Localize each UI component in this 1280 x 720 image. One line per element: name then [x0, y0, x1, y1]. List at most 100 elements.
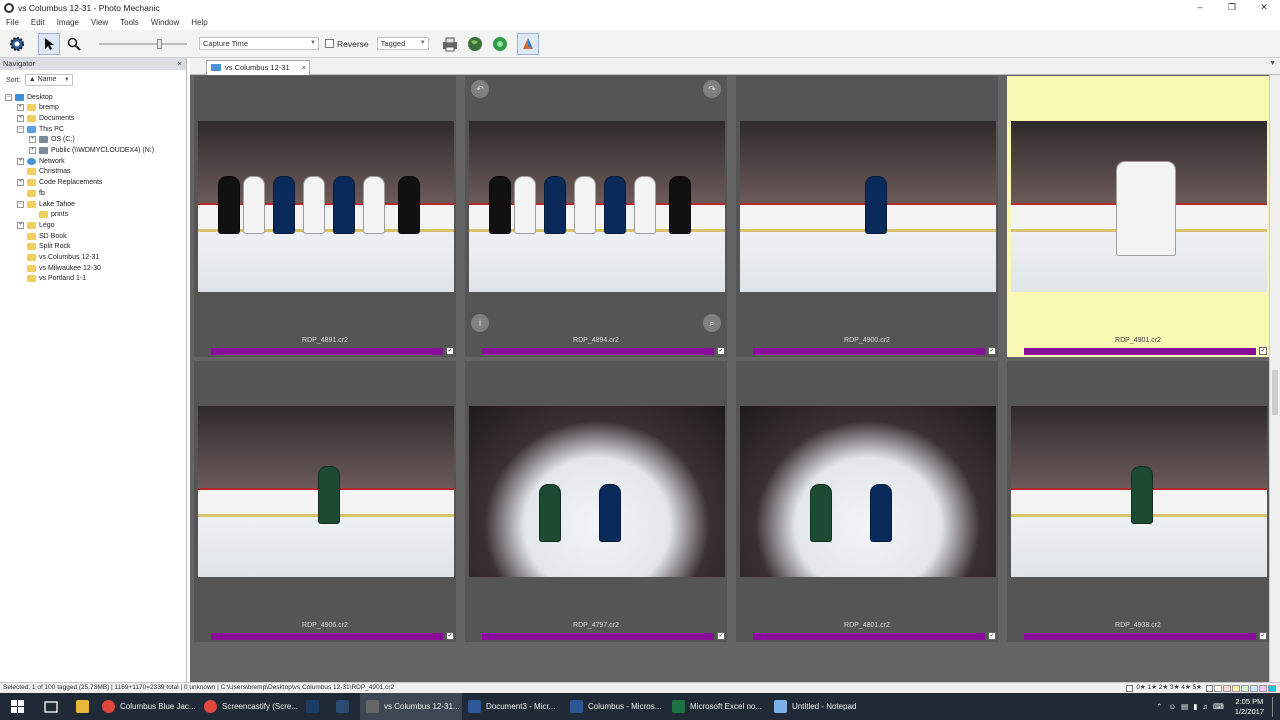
tag-checkbox[interactable]: ✓ [446, 347, 454, 355]
taskbar-app-button[interactable] [300, 693, 330, 720]
color-label-swatch[interactable] [1250, 684, 1258, 692]
tree-node[interactable]: + OS (C:) [29, 135, 75, 145]
zoom-tool-button[interactable] [63, 33, 85, 55]
tree-expander-icon[interactable]: + [17, 179, 24, 187]
thumbnail-image[interactable] [469, 406, 725, 577]
thumbnail-size-slider[interactable] [99, 38, 187, 49]
thumbnail-cell[interactable]: RDP_4797.cr2 ✓ [465, 361, 727, 642]
tag-checkbox[interactable]: ✓ [717, 347, 725, 355]
thumbnail-image[interactable] [1011, 406, 1267, 577]
tree-node[interactable]: + bremp [17, 103, 59, 113]
tag-checkbox[interactable]: ✓ [1259, 347, 1267, 355]
zoom-icon[interactable]: ⌕ [703, 314, 721, 332]
thumbnail-image[interactable] [740, 406, 996, 577]
thumbnail-cell[interactable]: RDP_4906.cr2 ✓ [194, 361, 456, 642]
tray-battery-icon[interactable]: ▮ [1193, 702, 1197, 711]
tree-node[interactable]: − Desktop [5, 92, 53, 102]
tree-node[interactable]: Christmas [17, 167, 71, 177]
thumbnail-image[interactable] [469, 121, 725, 292]
vertical-scrollbar[interactable] [1269, 75, 1280, 682]
taskbar-app-button[interactable]: Columbus - Micros... [564, 693, 666, 720]
color-label-swatch[interactable] [1259, 684, 1267, 692]
reverse-checkbox[interactable] [325, 39, 334, 48]
slider-thumb[interactable] [157, 38, 163, 49]
start-button[interactable] [0, 693, 34, 720]
ratings-filter-checkbox[interactable] [1126, 684, 1134, 692]
upload-button[interactable] [489, 33, 511, 55]
thumbnail-cell[interactable]: RDP_4900.cr2 ✓ [736, 76, 998, 357]
menu-window[interactable]: Window [151, 18, 179, 27]
taskbar-app-button[interactable]: Document3 - Micr... [462, 693, 564, 720]
thumbnail-image[interactable] [198, 406, 454, 577]
tree-node[interactable]: prints [29, 210, 68, 220]
clock[interactable]: 2:05 PM 1/2/2017 [1235, 697, 1264, 717]
thumbnail-cell[interactable]: ↶ ↷ i ⌕ RDP_4894.cr2 ✓ [465, 76, 727, 357]
tag-checkbox[interactable]: ✓ [988, 347, 996, 355]
close-window-button[interactable]: ✕ [1248, 0, 1280, 15]
restore-button[interactable]: ❐ [1216, 0, 1248, 15]
thumbnail-image[interactable] [198, 121, 454, 292]
tree-node[interactable]: + Network [17, 156, 65, 166]
tree-node[interactable]: + Code Replacements [17, 178, 102, 188]
tree-node[interactable]: − Lake Tahoe [17, 199, 75, 209]
sort-field-select[interactable]: Capture Time ▼ [199, 37, 319, 50]
tray-people-icon[interactable]: ☺ [1168, 702, 1176, 711]
taskbar-app-button[interactable]: vs Columbus 12-31... [360, 693, 462, 720]
tree-node[interactable]: fb [17, 188, 45, 198]
menu-file[interactable]: File [6, 18, 19, 27]
color-label-swatch[interactable] [1223, 684, 1231, 692]
select-tool-button[interactable] [38, 32, 60, 55]
tray-network-icon[interactable]: ▤ [1181, 702, 1188, 711]
map-button[interactable] [464, 33, 486, 55]
thumbnail-cell[interactable]: RDP_4891.cr2 ✓ [194, 76, 456, 357]
tab-vs-columbus[interactable]: vs Columbus 12-31 × [206, 60, 310, 75]
tree-expander-icon[interactable]: + [29, 136, 36, 144]
close-icon[interactable]: × [178, 58, 182, 70]
tray-chevron-up-icon[interactable]: ⌃ [1156, 702, 1162, 711]
tree-node[interactable]: + Documents [17, 113, 74, 123]
taskbar-app-button[interactable]: Screencastify (Scre... [198, 693, 300, 720]
tree-expander-icon[interactable]: + [17, 104, 24, 112]
taskbar-app-button[interactable]: Columbus Blue Jac... [96, 693, 198, 720]
filter-select[interactable]: Tagged ▼ [376, 37, 429, 50]
menu-tools[interactable]: Tools [120, 18, 139, 27]
color-label-swatch[interactable] [1214, 684, 1222, 692]
tab-menu-chevron-icon[interactable]: ▼ [1269, 60, 1276, 67]
tree-expander-icon[interactable]: − [5, 93, 12, 101]
print-button[interactable] [439, 33, 461, 55]
tab-close-icon[interactable]: × [302, 61, 306, 74]
tree-node[interactable]: vs Columbus 12-31 [17, 253, 99, 263]
taskbar-app-button[interactable] [330, 693, 360, 720]
color-label-swatch[interactable] [1241, 684, 1249, 692]
tag-checkbox[interactable]: ✓ [446, 632, 454, 640]
tree-node[interactable]: + Public (\\WDMYCLOUDEX4) (N:) [29, 146, 154, 156]
tree-node[interactable]: vs Portland 1-1 [17, 274, 86, 284]
tree-node[interactable]: + Lego [17, 220, 55, 230]
tree-expander-icon[interactable]: − [17, 200, 24, 208]
thumbnail-cell[interactable]: RDP_4801.cr2 ✓ [736, 361, 998, 642]
menu-image[interactable]: Image [57, 18, 79, 27]
menu-edit[interactable]: Edit [31, 18, 45, 27]
thumbnail-image[interactable] [1011, 121, 1267, 292]
menu-view[interactable]: View [91, 18, 108, 27]
color-filter-checkbox[interactable] [1206, 684, 1213, 692]
taskbar-app-button[interactable]: Untitled - Notepad [768, 693, 870, 720]
tree-node[interactable]: − This PC [17, 124, 64, 134]
thumbnail-cell[interactable]: RDP_4938.cr2 ✓ [1007, 361, 1269, 642]
color-label-swatch[interactable] [1232, 684, 1240, 692]
tree-expander-icon[interactable]: + [29, 147, 36, 154]
tree-expander-icon[interactable]: + [17, 114, 24, 122]
show-desktop-button[interactable] [1272, 696, 1274, 717]
rotate-left-icon[interactable]: ↶ [471, 80, 489, 98]
tree-expander-icon[interactable]: + [17, 157, 24, 165]
tag-checkbox[interactable]: ✓ [988, 632, 996, 640]
taskbar-app-button[interactable]: Microsoft Excel no... [666, 693, 768, 720]
info-icon[interactable]: i [471, 314, 489, 332]
tree-node[interactable]: Split Rock [17, 242, 71, 252]
task-view-button[interactable] [34, 693, 68, 720]
tree-node[interactable]: vs Milwaukee 12-30 [17, 263, 101, 273]
tree-expander-icon[interactable]: + [17, 221, 24, 229]
ratings-filter[interactable]: 0★ 1★ 2★ 3★ 4★ 5★ [1136, 683, 1202, 693]
sort-order-select[interactable]: ▲ Name ▼ [24, 74, 73, 86]
tray-keyboard-icon[interactable]: ⌨ [1213, 702, 1224, 711]
